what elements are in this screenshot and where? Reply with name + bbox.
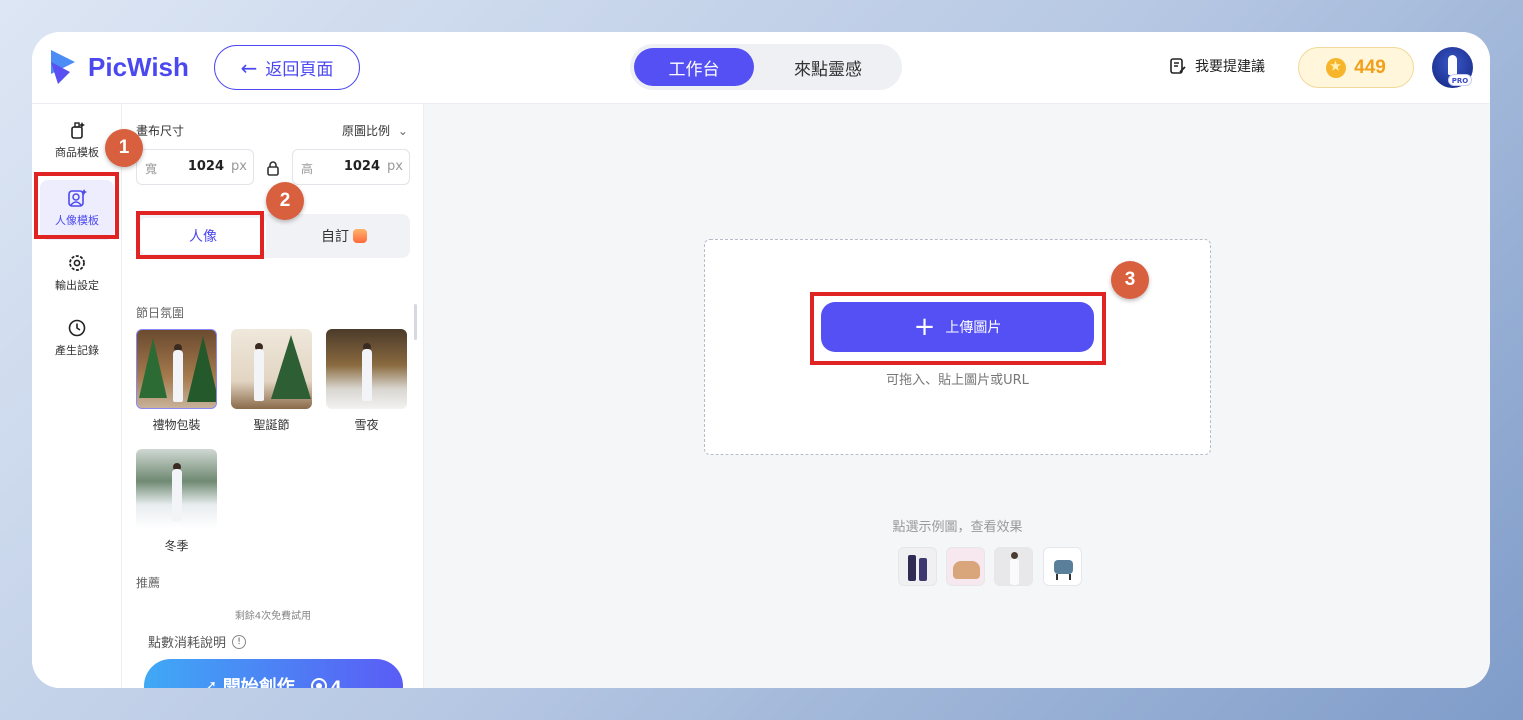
start-create-label: 開始創作 <box>222 677 295 688</box>
cursor-icon: ➚ <box>205 678 217 688</box>
width-key: 寬 <box>145 162 158 176</box>
product-icon <box>71 122 85 139</box>
template-snow-night[interactable] <box>326 329 407 409</box>
mode-switch: 工作台 來點靈感 <box>630 44 902 90</box>
nav-label: 人像模板 <box>55 214 99 227</box>
credits-count: 449 <box>1354 56 1386 78</box>
tab-inspiration[interactable]: 來點靈感 <box>768 48 888 86</box>
tree-icon <box>187 336 216 402</box>
portrait-icon <box>68 189 87 207</box>
fire-icon <box>353 229 367 243</box>
template-caption: 聖誕節 <box>253 418 290 432</box>
chair-example[interactable] <box>1043 547 1082 586</box>
side-nav: 商品模板 人像模板 輸出設定 產生記錄 <box>32 104 122 688</box>
nav-label: 商品模板 <box>55 146 99 159</box>
annotation-number: 1 <box>105 129 143 167</box>
create-cost-value: 4 <box>330 676 342 689</box>
coin-icon <box>1326 57 1347 78</box>
upload-button[interactable]: + 上傳圖片 <box>821 302 1094 352</box>
upload-label: 上傳圖片 <box>945 320 1002 336</box>
app-window: PicWish ← 返回頁面 工作台 來點靈感 我要提建議 449 PRO <box>32 32 1490 688</box>
template-caption: 禮物包裝 <box>152 418 201 432</box>
annotation-number: 2 <box>266 182 304 220</box>
template-gift-wrap[interactable] <box>136 329 217 409</box>
chair-leg <box>1056 574 1058 580</box>
top-bar: PicWish ← 返回頁面 工作台 來點靈感 我要提建議 449 PRO <box>32 32 1490 104</box>
width-unit: px <box>231 159 247 174</box>
height-key: 高 <box>301 162 314 176</box>
height-value: 1024 <box>343 159 380 174</box>
back-button-label: 返回頁面 <box>265 60 334 80</box>
picwish-logo-icon <box>51 50 75 84</box>
nav-item-history[interactable]: 產生記錄 <box>32 318 122 378</box>
arrow-left-icon: ← <box>240 55 258 80</box>
person-head <box>1011 552 1018 559</box>
person-figure <box>172 469 182 521</box>
person-example[interactable] <box>994 547 1033 586</box>
pro-badge: PRO <box>1448 74 1472 86</box>
drop-hint: 可拖入、貼上圖片或URL <box>886 373 1029 388</box>
template-caption: 冬季 <box>164 539 189 553</box>
logo-text: PicWish <box>88 51 189 82</box>
person-figure <box>1010 559 1019 585</box>
create-cost: 4 <box>310 676 342 689</box>
person-figure <box>254 349 264 401</box>
info-icon: ! <box>232 634 247 649</box>
section-holiday: 節日氛圍 <box>136 306 185 320</box>
cosmetics-example[interactable] <box>898 547 937 586</box>
height-field[interactable]: 高 1024 px <box>292 149 410 185</box>
bag-example[interactable] <box>946 547 985 586</box>
workspace: + 上傳圖片 可拖入、貼上圖片或URL 點選示例圖，查看效果 <box>424 104 1490 688</box>
height-unit: px <box>387 159 403 174</box>
person-figure <box>362 349 372 401</box>
canvas-size-label: 畫布尺寸 <box>136 124 185 138</box>
bag-shape <box>953 561 980 579</box>
clock-icon <box>68 319 86 337</box>
avatar[interactable]: PRO <box>1432 47 1473 88</box>
template-tabs: 人像 自訂 <box>136 214 410 258</box>
bottle-shape <box>908 555 916 581</box>
ratio-label: 原圖比例 <box>342 124 391 138</box>
nav-item-output-settings[interactable]: 輸出設定 <box>32 253 122 313</box>
tab-workspace[interactable]: 工作台 <box>634 48 754 86</box>
scrollbar[interactable] <box>414 304 417 340</box>
start-create-button[interactable]: ➚ 開始創作 4 <box>144 659 403 688</box>
nav-item-portrait-template[interactable]: 人像模板 <box>32 188 122 248</box>
free-trial-note: 剩餘4次免費試用 <box>234 611 312 622</box>
tab-custom-label: 自訂 <box>321 229 349 245</box>
bottle-shape <box>919 558 927 581</box>
rocket-icon <box>1448 55 1457 75</box>
plus-icon: + <box>913 312 936 342</box>
tree-icon <box>271 335 311 399</box>
chevron-down-icon: ⌄ <box>397 124 408 138</box>
points-icon <box>310 678 327 688</box>
points-info-label: 點數消耗說明 <box>148 636 227 651</box>
section-recommend: 推薦 <box>136 576 161 590</box>
lock-icon[interactable] <box>266 160 280 176</box>
width-value: 1024 <box>187 159 224 174</box>
width-field[interactable]: 寬 1024 px <box>136 149 254 185</box>
examples-label: 點選示例圖，查看效果 <box>892 520 1023 535</box>
chair-shape <box>1054 560 1073 574</box>
nav-label: 輸出設定 <box>55 279 99 292</box>
tab-portrait[interactable]: 人像 <box>140 218 266 254</box>
edit-note-icon <box>1170 58 1186 74</box>
template-winter[interactable] <box>136 449 217 529</box>
person-figure <box>173 350 183 402</box>
chair-leg <box>1069 574 1071 580</box>
credits-badge[interactable]: 449 <box>1298 47 1414 88</box>
back-button[interactable]: ← 返回頁面 <box>214 45 360 90</box>
suggest-button[interactable]: 我要提建議 <box>1169 56 1265 76</box>
logo[interactable]: PicWish <box>48 48 189 86</box>
template-christmas[interactable] <box>231 329 312 409</box>
points-info[interactable]: 點數消耗說明 ! <box>148 632 247 651</box>
tab-custom[interactable]: 自訂 <box>282 218 406 254</box>
ratio-select[interactable]: 原圖比例 ⌄ <box>342 122 408 139</box>
annotation-number: 3 <box>1111 261 1149 299</box>
gear-icon <box>69 255 85 271</box>
suggest-label: 我要提建議 <box>1195 59 1265 75</box>
tree-icon <box>139 338 167 398</box>
nav-label: 產生記錄 <box>55 344 99 357</box>
template-caption: 雪夜 <box>354 418 379 432</box>
